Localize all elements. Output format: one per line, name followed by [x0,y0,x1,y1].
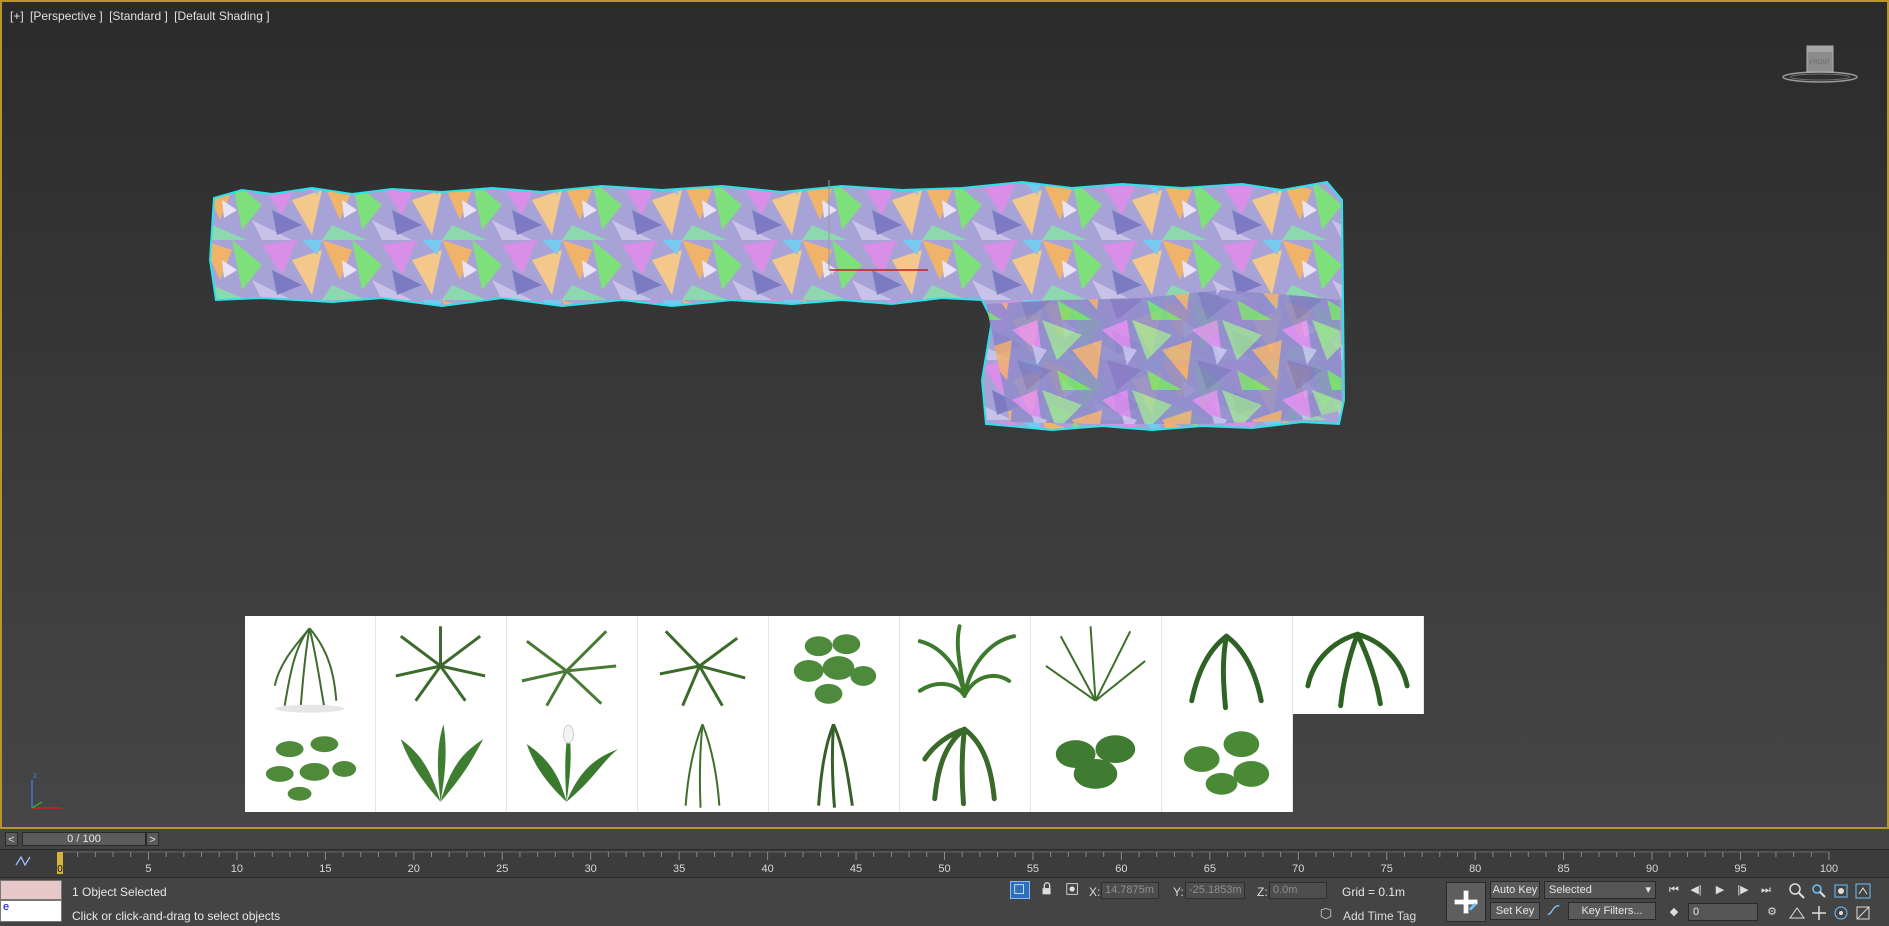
viewport-shading-menu[interactable]: [Default Shading ] [174,9,269,23]
thumb-pothos[interactable] [769,616,900,714]
track-tick-label: 90 [1646,863,1658,875]
pan-icon[interactable] [1810,904,1828,922]
thumb-peace-lily-2[interactable] [507,714,638,812]
current-frame-field[interactable]: 0 [1688,903,1758,921]
key-mode-select[interactable]: Selected ▾ [1544,881,1656,899]
plant-library-preview [245,616,1427,814]
set-key-button[interactable]: Set Key [1490,902,1540,920]
add-time-tag[interactable]: Add Time Tag [1343,909,1416,923]
maxscript-output[interactable] [0,880,62,900]
x-label: X: [1089,885,1101,899]
z-coordinate-field[interactable]: 0.0m [1269,882,1327,899]
auto-key-button[interactable]: Auto Key [1490,881,1540,899]
track-tick-label: 0 [57,864,63,875]
lock-selection-icon[interactable] [1038,881,1058,899]
zoom-all-icon[interactable] [1810,882,1828,900]
time-tag-icon[interactable] [1318,906,1338,924]
y-coordinate-field[interactable]: -25.1853m [1185,882,1245,899]
thumb-boston-fern-2[interactable] [1293,616,1424,714]
absolute-transform-mode-icon[interactable] [1064,881,1084,899]
x-coordinate-field[interactable]: 14.7875m [1101,882,1159,899]
thumb-philodendron-2[interactable] [1162,714,1293,812]
selection-status: 1 Object Selected [72,885,167,899]
track-tick-label: 35 [673,863,685,875]
thumb-hanging-fern-2[interactable] [638,714,769,812]
status-bar: e 1 Object Selected Click or click-and-d… [0,877,1889,926]
track-tick-label: 60 [1115,863,1127,875]
thumb-schefflera[interactable] [245,714,376,812]
maxscript-input[interactable]: e [0,900,62,922]
track-bar-ruler[interactable]: 5 10 15 20 25 30 35 40 45 50 55 60 65 70 75 80 85 90 95 100… [0,850,1889,878]
viewport-standard-menu[interactable]: [Standard ] [109,9,168,23]
thumb-palm[interactable] [1031,616,1162,714]
orbit-icon[interactable] [1832,904,1850,922]
scattered-vegetation-object[interactable] [202,180,1454,452]
thumb-hanging-fern-3[interactable] [769,714,900,812]
track-tick-label: 70 [1292,863,1304,875]
track-tick-label: 50 [938,863,950,875]
track-tick-label: 75 [1381,863,1393,875]
maximize-viewport-icon[interactable] [1854,904,1872,922]
time-slider-prev-button[interactable]: < [5,832,18,846]
svg-text:z: z [33,771,37,780]
next-frame-icon[interactable]: |▶ [1733,881,1753,899]
track-tick-label: 55 [1027,863,1039,875]
time-slider-thumb[interactable]: 0 / 100 [22,832,146,846]
set-key-big-button[interactable] [1446,882,1486,922]
time-slider[interactable]: < 0 / 100 > [0,829,1889,849]
field-of-view-icon[interactable] [1788,904,1806,922]
viewport-general-menu[interactable]: [+] [10,9,24,23]
track-tick-label: 100 [1820,863,1838,875]
track-tick-label: 85 [1558,863,1570,875]
thumb-hanging-fern[interactable] [245,616,376,714]
thumb-fern-1[interactable] [376,616,507,714]
world-axis-tripod: z [31,771,62,809]
track-bar[interactable]: 5 10 15 20 25 30 35 40 45 50 55 60 65 70 75 80 85 90 95 100… [0,849,1889,878]
thumb-spider-plant[interactable] [900,616,1031,714]
track-tick-label: 15 [319,863,331,875]
viewcube-face-label: FRONT [1810,60,1831,66]
key-tangent-icon[interactable] [1545,902,1565,920]
track-tick-label: 20 [408,863,420,875]
zoom-extents-icon[interactable] [1832,882,1850,900]
zoom-extents-all-icon[interactable] [1854,882,1872,900]
go-to-start-icon[interactable]: ⏮ [1664,881,1684,899]
key-filters-button[interactable]: Key Filters... [1568,902,1656,920]
thumb-boston-fern[interactable] [1162,616,1293,714]
zoom-icon[interactable] [1788,882,1806,900]
isolate-selection-icon[interactable] [1010,881,1030,899]
viewport-pov-menu[interactable]: [Perspective ] [30,9,103,23]
go-to-end-icon[interactable]: ⏭ [1756,881,1776,899]
track-tick-label: 80 [1469,863,1481,875]
track-tick-label: 95 [1734,863,1746,875]
viewcube[interactable]: FRONT [1781,42,1859,86]
grid-size: Grid = 0.1m [1342,885,1406,899]
viewport-label-menu[interactable]: [+] [Perspective ] [Standard ] [Default … [10,9,273,23]
z-label: Z: [1257,885,1268,899]
track-tick-label: 45 [850,863,862,875]
thumb-weeping-fern[interactable] [900,714,1031,812]
track-tick-label: 10 [231,863,243,875]
key-mode-selected-value: Selected [1549,884,1592,896]
thumb-fern-3[interactable] [638,616,769,714]
y-label: Y: [1173,885,1184,899]
thumb-peace-lily[interactable] [376,714,507,812]
track-tick-label: 40 [761,863,773,875]
thumb-philodendron[interactable] [1031,714,1162,812]
time-slider-next-button[interactable]: > [146,832,159,846]
track-tick-label: 5 [145,863,151,875]
prompt-line: Click or click-and-drag to select object… [72,909,281,923]
maxscript-listener[interactable]: e [0,880,62,924]
previous-frame-icon[interactable]: ◀| [1686,881,1706,899]
track-tick-label: 25 [496,863,508,875]
time-configuration-icon[interactable]: ⚙ [1762,903,1782,921]
track-tick-label: 65 [1204,863,1216,875]
track-tick-label: 30 [585,863,597,875]
thumb-fern-2[interactable] [507,616,638,714]
chevron-down-icon: ▾ [1645,884,1651,896]
key-mode-toggle-icon[interactable]: ◆ [1664,903,1684,921]
play-icon[interactable]: ▶ [1710,881,1730,899]
perspective-viewport[interactable]: [+] [Perspective ] [Standard ] [Default … [0,0,1889,829]
